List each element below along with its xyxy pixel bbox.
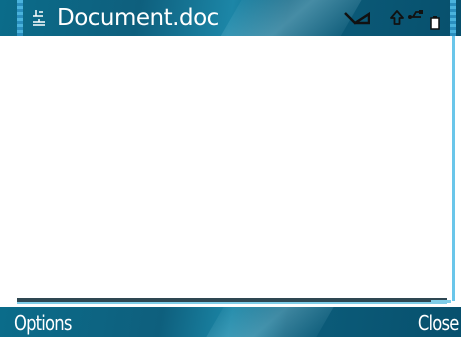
battery-icon: [430, 16, 440, 30]
document-editor-icon: [33, 10, 45, 26]
document-title: Document.doc: [57, 5, 219, 31]
title-bar: Document.doc: [0, 0, 461, 36]
softkey-bar: Options Close: [0, 307, 461, 337]
signal-icon: [344, 11, 370, 25]
usb-connection-icon: [408, 10, 423, 19]
close-softkey[interactable]: Close: [417, 310, 458, 336]
vertical-scrollbar[interactable]: [452, 36, 455, 301]
upload-arrow-icon: [390, 10, 404, 25]
horizontal-scrollbar[interactable]: [17, 298, 447, 304]
device-screen: Document.doc Options Close: [0, 0, 461, 337]
horizontal-scrollbar-end: [431, 300, 451, 303]
title-bar-right-edge: [450, 0, 456, 36]
document-content-area[interactable]: [16, 36, 450, 298]
options-softkey[interactable]: Options: [14, 310, 72, 336]
title-bar-left-edge: [17, 0, 23, 36]
